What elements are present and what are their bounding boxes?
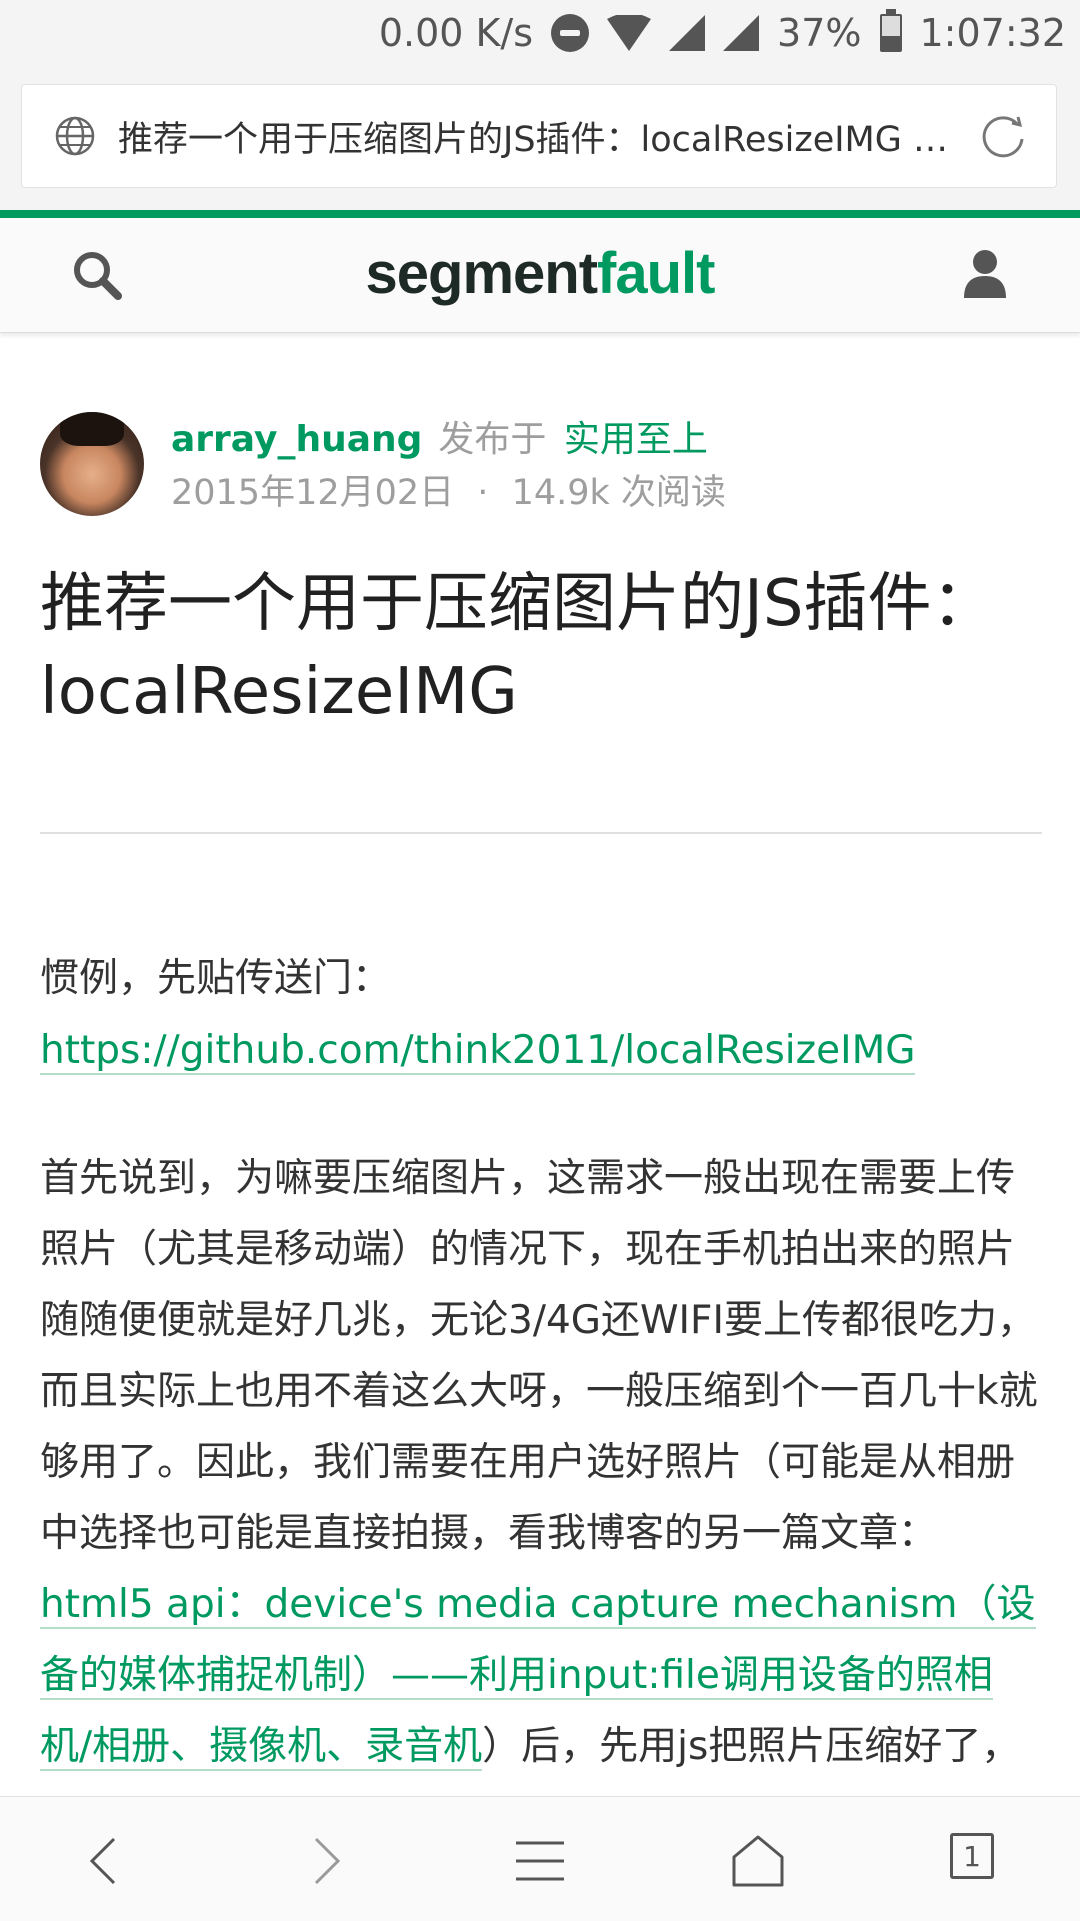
do-not-disturb-icon <box>551 14 590 52</box>
published-in-label: 发布于 <box>438 419 547 460</box>
browser-bottom-bar: 1 <box>0 1796 1080 1921</box>
title-divider <box>40 832 1042 834</box>
status-bar: 0.00 K/s 37% 1:07:32 <box>0 0 1080 66</box>
read-count: 14.9k 次阅读 <box>511 473 726 513</box>
battery-percent: 37% <box>777 11 862 55</box>
meta-separator: · <box>477 473 489 513</box>
site-accent-bar <box>0 210 1080 218</box>
logo-text-segment: segment <box>365 241 599 306</box>
clock: 1:07:32 <box>919 11 1067 55</box>
globe-icon <box>55 116 95 156</box>
site-logo[interactable]: segmentfault <box>0 240 1080 307</box>
tabs-button[interactable]: 1 <box>950 1833 994 1879</box>
tab-count: 1 <box>963 1840 981 1873</box>
para2-text: 首先说到，为嘛要压缩图片，这需求一般出现在需要上传照片（尤其是移动端）的情况下，… <box>40 1156 1038 1556</box>
signal-icon <box>669 15 706 51</box>
para1-text: 惯例，先贴传送门： <box>40 956 392 1001</box>
article-title: 推荐一个用于压缩图片的JS插件：localResizeIMG <box>40 567 996 729</box>
article-paragraph-1: 惯例，先贴传送门： https://github.com/think2011/lo… <box>40 943 1040 1087</box>
github-link[interactable]: https://github.com/think2011/localResize… <box>40 1028 916 1075</box>
home-icon[interactable] <box>728 1831 788 1891</box>
user-icon[interactable] <box>962 248 1008 298</box>
forward-icon[interactable] <box>294 1831 354 1891</box>
page-title-in-address-bar: 推荐一个用于压缩图片的JS插件：localResizeIMG -... <box>118 119 958 160</box>
article-meta: 2015年12月02日 · 14.9k 次阅读 <box>171 464 726 515</box>
site-header: segmentfault <box>0 218 1080 333</box>
address-bar[interactable]: 推荐一个用于压缩图片的JS插件：localResizeIMG -... <box>21 84 1057 188</box>
battery-icon <box>879 9 902 52</box>
author-line: array_huang 发布于 实用至上 <box>171 410 708 462</box>
reload-icon[interactable] <box>978 111 1028 161</box>
wifi-icon <box>607 15 652 51</box>
column-link[interactable]: 实用至上 <box>564 419 708 460</box>
publish-date: 2015年12月02日 <box>171 473 455 513</box>
signal-icon-2 <box>723 15 760 51</box>
back-icon[interactable] <box>76 1831 136 1891</box>
browser-toolbar: 推荐一个用于压缩图片的JS插件：localResizeIMG -... <box>0 66 1080 210</box>
author-name[interactable]: array_huang <box>171 419 422 460</box>
menu-icon[interactable] <box>510 1831 570 1891</box>
logo-text-fault: fault <box>597 241 715 306</box>
article-paragraph-2: 首先说到，为嘛要压缩图片，这需求一般出现在需要上传照片（尤其是移动端）的情况下，… <box>40 1143 1040 1853</box>
network-speed: 0.00 K/s <box>378 11 534 55</box>
author-avatar[interactable] <box>40 412 144 516</box>
